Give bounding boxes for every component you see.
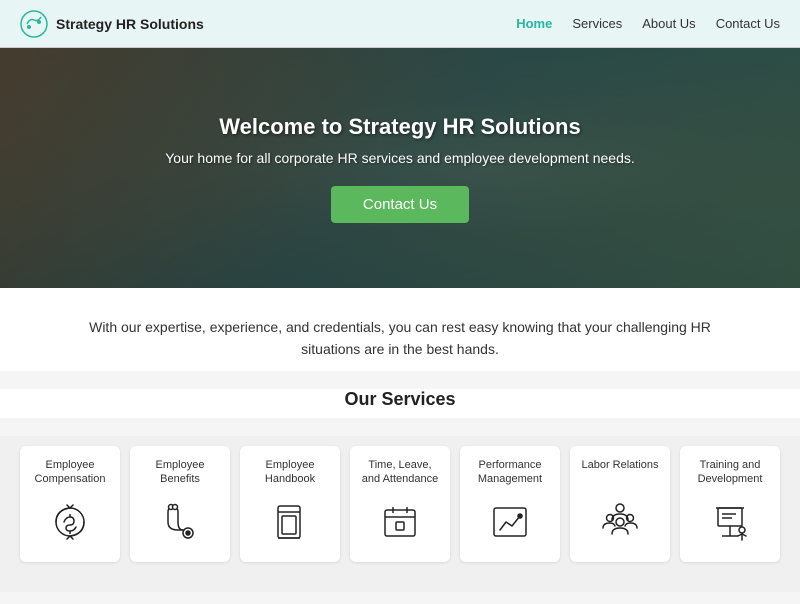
- services-grid: Employee Compensation Employee Benefits: [20, 446, 780, 562]
- people-icon: [594, 496, 646, 548]
- chart-icon: [484, 496, 536, 548]
- tagline-section: With our expertise, experience, and cred…: [0, 288, 800, 371]
- logo-area: Strategy HR Solutions: [20, 10, 204, 38]
- service-card-training[interactable]: Training and Development: [680, 446, 780, 562]
- service-label-benefits: Employee Benefits: [138, 458, 222, 490]
- service-label-training: Training and Development: [688, 458, 772, 490]
- service-label-time: Time, Leave, and Attendance: [358, 458, 442, 490]
- service-card-time[interactable]: Time, Leave, and Attendance: [350, 446, 450, 562]
- service-label-labor: Labor Relations: [581, 458, 658, 490]
- training-icon: [704, 496, 756, 548]
- money-cycle-icon: [44, 496, 96, 548]
- nav-services[interactable]: Services: [572, 16, 622, 31]
- calendar-icon: [374, 496, 426, 548]
- service-label-performance: Performance Management: [468, 458, 552, 490]
- logo-icon: [20, 10, 48, 38]
- services-section: Employee Compensation Employee Benefits: [0, 436, 800, 592]
- nav-about[interactable]: About Us: [642, 16, 695, 31]
- stethoscope-icon: [154, 496, 206, 548]
- nav-contact[interactable]: Contact Us: [716, 16, 780, 31]
- hero-section: Welcome to Strategy HR Solutions Your ho…: [0, 48, 800, 288]
- tagline-text: With our expertise, experience, and cred…: [60, 316, 740, 361]
- services-heading: Our Services: [0, 389, 800, 418]
- service-card-handbook[interactable]: Employee Handbook: [240, 446, 340, 562]
- main-nav: Home Services About Us Contact Us: [516, 16, 780, 31]
- service-card-labor[interactable]: Labor Relations: [570, 446, 670, 562]
- service-card-benefits[interactable]: Employee Benefits: [130, 446, 230, 562]
- service-card-compensation[interactable]: Employee Compensation: [20, 446, 120, 562]
- service-card-performance[interactable]: Performance Management: [460, 446, 560, 562]
- hero-content: Welcome to Strategy HR Solutions Your ho…: [145, 94, 655, 243]
- hero-cta-button[interactable]: Contact Us: [331, 186, 469, 223]
- book-icon: [264, 496, 316, 548]
- logo-text: Strategy HR Solutions: [56, 16, 204, 32]
- hero-subtitle: Your home for all corporate HR services …: [165, 150, 635, 166]
- header: Strategy HR Solutions Home Services Abou…: [0, 0, 800, 48]
- service-label-handbook: Employee Handbook: [248, 458, 332, 490]
- service-label-compensation: Employee Compensation: [28, 458, 112, 490]
- hero-title: Welcome to Strategy HR Solutions: [165, 114, 635, 140]
- nav-home[interactable]: Home: [516, 16, 552, 31]
